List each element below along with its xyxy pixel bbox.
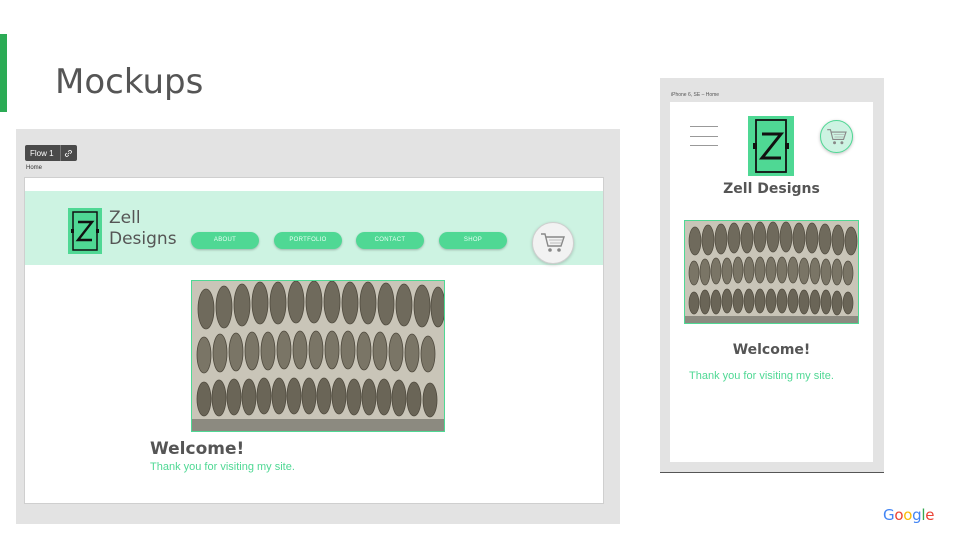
google-letter: e <box>925 506 935 524</box>
device-label: iPhone 6, SE – Home <box>671 92 720 98</box>
cart-icon <box>541 233 565 252</box>
google-letter: o <box>894 506 904 524</box>
site-brand: Zell Designs <box>109 208 177 250</box>
google-letter: g <box>912 506 922 524</box>
brand-line-2: Designs <box>109 229 177 249</box>
cart-button[interactable] <box>820 120 853 153</box>
site-header: Zell Designs ABOUT PORTFOLIO CONTACT SHO… <box>25 191 603 265</box>
welcome-heading: Welcome! <box>150 439 245 459</box>
cart-icon <box>826 128 847 144</box>
mobile-mockup: iPhone 6, SE – Home Zell Designs Welcome… <box>660 78 884 473</box>
nav-contact-button[interactable]: CONTACT <box>356 232 424 249</box>
google-letter: G <box>883 506 895 524</box>
flow-badge[interactable]: Flow 1 <box>25 145 77 161</box>
brand-line-1: Zell <box>109 208 141 228</box>
page-label: Home <box>26 165 43 171</box>
hero-photo <box>684 220 859 324</box>
desktop-mockup: Flow 1 Home Zell Designs ABOUT PORTFOLIO… <box>16 129 620 524</box>
hamburger-icon[interactable] <box>690 126 718 146</box>
accent-bar <box>0 34 7 112</box>
desktop-page: Zell Designs ABOUT PORTFOLIO CONTACT SHO… <box>24 177 604 504</box>
google-logo: Google <box>883 506 934 524</box>
welcome-heading: Welcome! <box>732 342 811 358</box>
flow-label: Flow 1 <box>30 148 54 158</box>
welcome-subtext: Thank you for visiting my site. <box>689 370 834 382</box>
z-logo-icon[interactable] <box>68 208 102 254</box>
nav-portfolio-button[interactable]: PORTFOLIO <box>274 232 342 249</box>
welcome-subtext: Thank you for visiting my site. <box>150 461 295 473</box>
google-letter: o <box>903 506 913 524</box>
site-brand: Zell Designs <box>723 181 820 197</box>
link-icon[interactable] <box>59 145 77 161</box>
nav-shop-button[interactable]: SHOP <box>439 232 507 249</box>
hero-photo <box>191 280 445 432</box>
cart-button[interactable] <box>532 222 574 264</box>
z-logo-icon[interactable] <box>748 116 794 176</box>
nav-about-button[interactable]: ABOUT <box>191 232 259 249</box>
mobile-page: Zell Designs Welcome! Thank you for visi… <box>670 102 873 462</box>
slide-title: Mockups <box>55 62 204 102</box>
